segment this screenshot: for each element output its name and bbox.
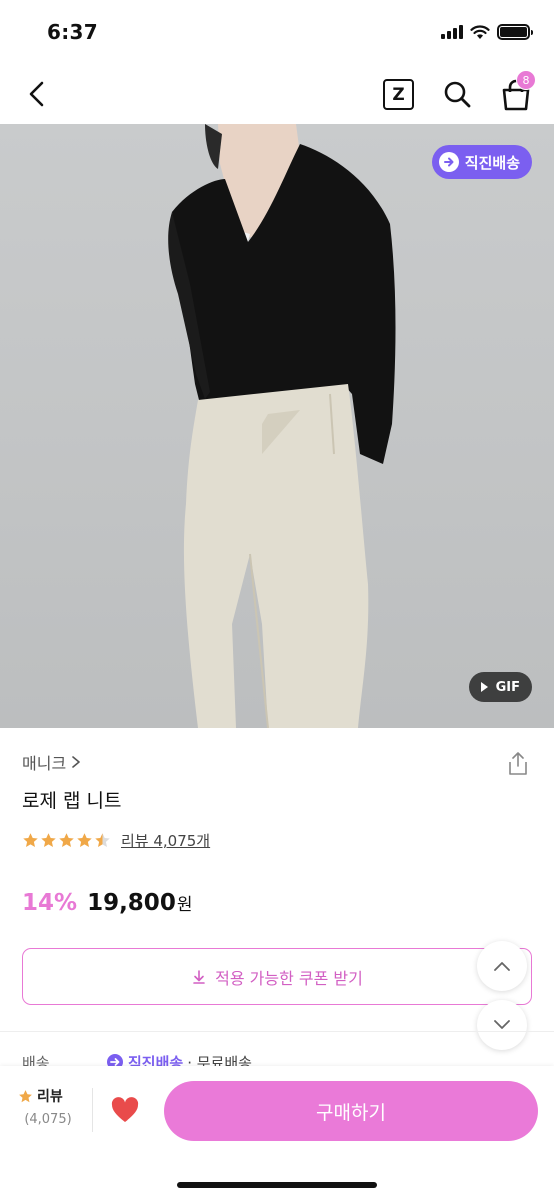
- cart-count-badge: 8: [516, 70, 536, 90]
- sale-price: 19,800원: [87, 890, 192, 916]
- brand-name: 매니크: [22, 754, 67, 773]
- direct-arrow-icon: [438, 152, 459, 172]
- star-icon: [19, 1089, 32, 1102]
- half-star-icon: [95, 833, 110, 847]
- coupon-label: 적용 가능한 쿠폰 받기: [215, 968, 363, 988]
- bar-divider: [92, 1088, 93, 1132]
- star-icon: [77, 833, 92, 847]
- get-coupon-button[interactable]: 적용 가능한 쿠폰 받기: [22, 948, 532, 1005]
- section-divider: [0, 1031, 554, 1032]
- price-value: 19,800: [87, 890, 176, 916]
- back-arrow-icon[interactable]: [22, 78, 54, 110]
- z-label: Z: [392, 84, 405, 105]
- direct-shipping-label: 직진배송: [464, 153, 520, 172]
- review-summary-button[interactable]: 리뷰 (4,075): [18, 1086, 78, 1127]
- star-icon: [23, 833, 38, 847]
- bottom-action-bar: 리뷰 (4,075) 구매하기: [0, 1066, 554, 1200]
- gif-label: GIF: [495, 679, 520, 695]
- chevron-up-icon: [494, 962, 510, 971]
- scroll-up-button[interactable]: [477, 941, 527, 991]
- discount-rate: 14%: [22, 890, 78, 916]
- nav-bar: Z: [0, 66, 554, 124]
- product-image[interactable]: 직진배송 GIF: [0, 124, 554, 728]
- review-count-link[interactable]: 리뷰 4,075개: [121, 830, 210, 851]
- play-icon: [480, 682, 488, 692]
- chevron-right-icon: [72, 756, 80, 768]
- brand-link[interactable]: 매니크: [22, 750, 82, 774]
- status-bar: 6:37: [0, 0, 554, 66]
- price-row: 14% 19,800원: [22, 890, 192, 916]
- review-summary-top: 리뷰: [18, 1086, 78, 1106]
- chevron-down-icon: [494, 1020, 510, 1029]
- battery-icon: [497, 24, 533, 40]
- product-photo-illustration: [168, 124, 396, 728]
- cellular-signal-icon: [441, 25, 463, 39]
- product-title: 로제 랩 니트: [22, 790, 122, 812]
- star-icon: [59, 833, 74, 847]
- heart-icon[interactable]: [110, 1096, 140, 1124]
- share-icon[interactable]: [506, 750, 530, 776]
- home-indicator: [177, 1182, 377, 1188]
- rating-row: 리뷰 4,075개: [22, 830, 210, 851]
- review-summary-label: 리뷰: [37, 1089, 63, 1105]
- buy-button[interactable]: 구매하기: [164, 1081, 538, 1141]
- wifi-icon: [470, 24, 490, 39]
- currency-label: 원: [176, 895, 193, 915]
- star-rating: [22, 832, 111, 849]
- status-icons: [441, 24, 533, 40]
- scroll-down-button[interactable]: [477, 1000, 527, 1050]
- zigzag-z-icon[interactable]: Z: [383, 79, 414, 110]
- star-icon: [41, 833, 56, 847]
- review-summary-count: (4,075): [24, 1112, 72, 1127]
- gif-play-button[interactable]: GIF: [468, 672, 532, 702]
- search-icon[interactable]: [441, 78, 473, 110]
- direct-shipping-badge: 직진배송: [431, 145, 532, 179]
- download-icon: [193, 969, 205, 984]
- status-time: 6:37: [47, 20, 98, 44]
